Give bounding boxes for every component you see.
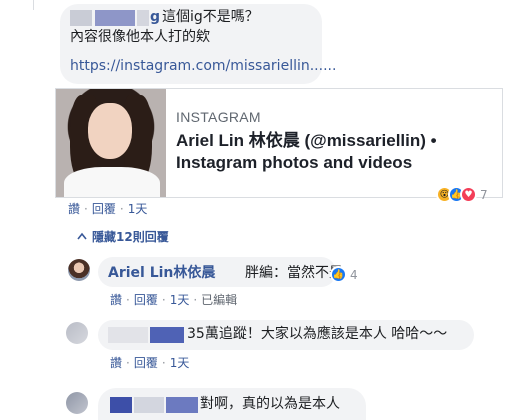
reply-author-name[interactable]: Ariel Lin林依晨	[108, 262, 215, 282]
reply-reply-button[interactable]: 回覆	[134, 293, 158, 307]
link-card-source: INSTAGRAM	[176, 109, 261, 125]
reply-like-button[interactable]: 讚	[110, 293, 122, 307]
reply-author-avatar[interactable]	[68, 259, 90, 281]
profile-photo-thumbnail	[56, 89, 166, 197]
blurred-author-name-2	[95, 10, 135, 26]
top-comment-actions: 讚 · 回覆 · 1天	[68, 202, 148, 216]
top-comment-reactions[interactable]: 😮 👍 ♥ 7	[436, 186, 488, 203]
reply-reactions[interactable]: 👍 4	[330, 266, 358, 283]
collapse-arrow-icon[interactable]	[77, 232, 87, 240]
comment3-text: 35萬追蹤！大家以為應該是本人 哈哈～～	[187, 326, 448, 342]
thread-line	[33, 0, 34, 10]
comment3-actions: 讚 · 回覆 · 1天	[110, 356, 190, 370]
link-card-title: Ariel Lin 林依晨 (@missariellin) • Instagra…	[176, 131, 437, 172]
comment4-text: 對啊，真的以為是本人	[200, 396, 340, 412]
like-button[interactable]: 讚	[68, 202, 80, 216]
timestamp[interactable]: 1天	[128, 202, 148, 216]
blurred-author-name-3	[137, 10, 149, 26]
blurred-author-name	[108, 327, 148, 343]
link-preview-card[interactable]: INSTAGRAM Ariel Lin 林依晨 (@missariellin) …	[55, 88, 503, 198]
reply-timestamp[interactable]: 1天	[170, 293, 190, 307]
love-reaction-icon: ♥	[460, 186, 477, 203]
comment3-timestamp[interactable]: 1天	[170, 356, 190, 370]
reply-text: 胖編：當然不是	[245, 265, 343, 281]
blurred-author-name	[70, 10, 92, 26]
blurred-avatar	[66, 322, 88, 344]
comment-line-2: 內容很像他本人打的欸	[70, 29, 210, 45]
comment3-reply-button[interactable]: 回覆	[134, 356, 158, 370]
blurred-author-name-2	[134, 397, 164, 413]
edited-label: 已編輯	[201, 293, 238, 307]
blurred-author-name-2	[150, 327, 184, 343]
comment3-like-button[interactable]: 讚	[110, 356, 122, 370]
blurred-author-name	[110, 397, 132, 413]
reply-actions: 讚 · 回覆 · 1天 · 已編輯	[110, 293, 238, 307]
comment-line-1: 這個ig不是嗎？	[162, 9, 259, 25]
hide-replies-toggle[interactable]: 隱藏12則回覆	[92, 228, 169, 245]
blurred-avatar	[66, 392, 88, 414]
reaction-count: 7	[480, 187, 488, 202]
like-reaction-icon: 👍	[330, 266, 347, 283]
author-fragment[interactable]: g	[150, 8, 160, 27]
blurred-author-name-3	[166, 397, 198, 413]
instagram-link[interactable]: https://instagram.com/missariellin......	[70, 58, 336, 74]
reply-reaction-count: 4	[350, 267, 358, 282]
reply-button[interactable]: 回覆	[92, 202, 116, 216]
